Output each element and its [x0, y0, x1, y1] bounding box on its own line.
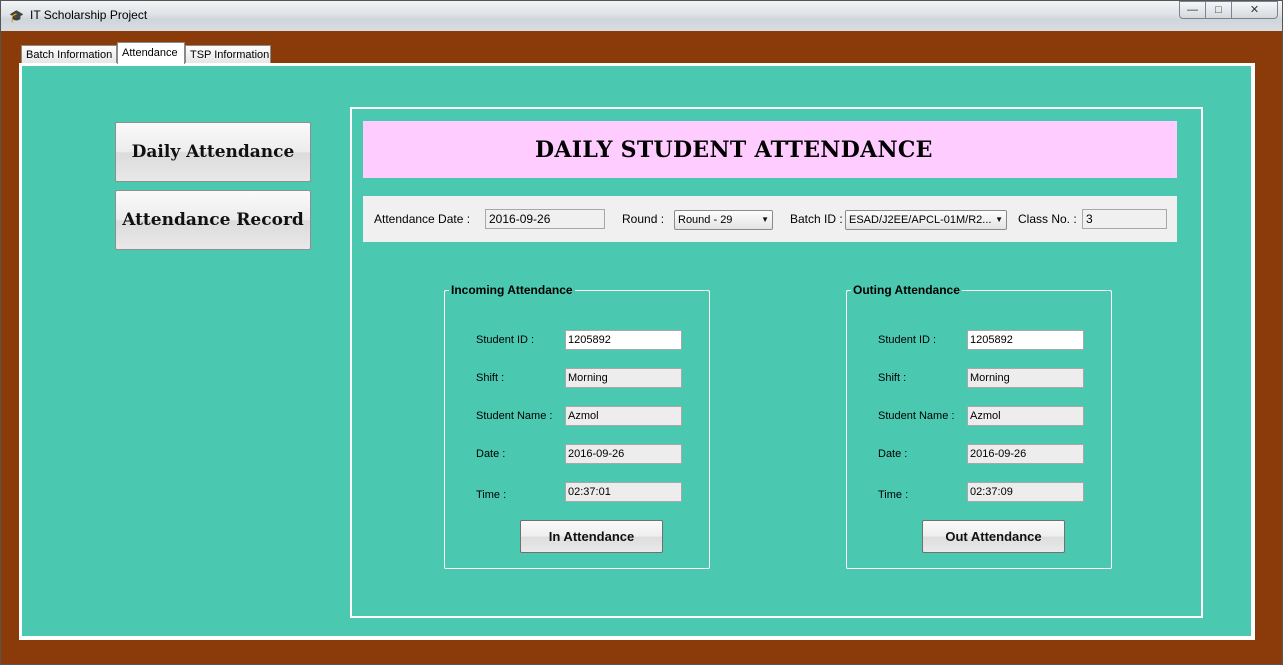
outing-time-field: 02:37:09: [967, 482, 1084, 502]
window-title: IT Scholarship Project: [30, 8, 148, 22]
outing-shift-field: Morning: [967, 368, 1084, 388]
round-select[interactable]: Round - 29 ▼: [674, 210, 773, 230]
page-title: DAILY STUDENT ATTENDANCE: [535, 137, 933, 163]
minimize-button[interactable]: —: [1179, 1, 1206, 19]
outing-attendance-title: Outing Attendance: [851, 283, 962, 297]
graduation-cap-icon: 🎓: [9, 9, 24, 23]
daily-attendance-button[interactable]: Daily Attendance: [115, 122, 311, 182]
close-button[interactable]: ✕: [1232, 1, 1278, 19]
outing-shift-label: Shift :: [878, 372, 907, 384]
out-attendance-button[interactable]: Out Attendance: [922, 520, 1065, 553]
attendance-date-label: Attendance Date :: [374, 212, 471, 226]
incoming-student-id-field[interactable]: 1205892: [565, 330, 682, 350]
tab-attendance[interactable]: Attendance: [117, 42, 185, 64]
close-icon: ✕: [1249, 4, 1260, 16]
window-controls: — □ ✕: [1179, 1, 1278, 21]
minimize-icon: —: [1187, 4, 1198, 16]
filter-bar: Attendance Date : 2016-09-26 Round : Rou…: [363, 196, 1177, 242]
dropdown-arrow-icon: ▼: [995, 215, 1003, 224]
title-bar[interactable]: 🎓 IT Scholarship Project — □ ✕: [1, 1, 1282, 31]
incoming-shift-label: Shift :: [476, 372, 505, 384]
tab-tsp-information[interactable]: TSP Information: [185, 45, 271, 63]
incoming-student-id-label: Student ID :: [476, 334, 535, 346]
incoming-date-field: 2016-09-26: [565, 444, 682, 464]
maximize-button[interactable]: □: [1206, 1, 1232, 19]
incoming-shift-field: Morning: [565, 368, 682, 388]
incoming-date-label: Date :: [476, 448, 506, 460]
incoming-time-label: Time :: [476, 489, 507, 501]
outing-date-label: Date :: [878, 448, 908, 460]
tab-batch-information[interactable]: Batch Information: [21, 45, 117, 63]
incoming-student-name-field: Azmol: [565, 406, 682, 426]
attendance-date-field[interactable]: 2016-09-26: [485, 209, 605, 229]
outing-student-name-field: Azmol: [967, 406, 1084, 426]
batch-id-label: Batch ID :: [790, 212, 843, 226]
incoming-attendance-title: Incoming Attendance: [449, 283, 575, 297]
outing-date-field: 2016-09-26: [967, 444, 1084, 464]
app-window: 🎓 IT Scholarship Project — □ ✕ Batch Inf…: [0, 0, 1283, 665]
class-no-field[interactable]: 3: [1082, 209, 1167, 229]
attendance-record-button[interactable]: Attendance Record: [115, 190, 311, 250]
in-attendance-button[interactable]: In Attendance: [520, 520, 663, 553]
round-value: Round - 29: [678, 214, 733, 226]
heading-banner: DAILY STUDENT ATTENDANCE: [363, 121, 1177, 178]
maximize-icon: □: [1215, 4, 1222, 16]
batch-id-value: ESAD/J2EE/APCL-01M/R2...: [849, 214, 992, 226]
dropdown-arrow-icon: ▼: [761, 215, 769, 224]
incoming-time-field: 02:37:01: [565, 482, 682, 502]
outing-student-name-label: Student Name :: [878, 410, 955, 422]
outing-student-id-field[interactable]: 1205892: [967, 330, 1084, 350]
outing-time-label: Time :: [878, 489, 909, 501]
round-label: Round :: [622, 212, 665, 226]
batch-id-select[interactable]: ESAD/J2EE/APCL-01M/R2... ▼: [845, 210, 1007, 230]
outing-student-id-label: Student ID :: [878, 334, 937, 346]
incoming-student-name-label: Student Name :: [476, 410, 553, 422]
class-no-label: Class No. :: [1018, 212, 1077, 226]
